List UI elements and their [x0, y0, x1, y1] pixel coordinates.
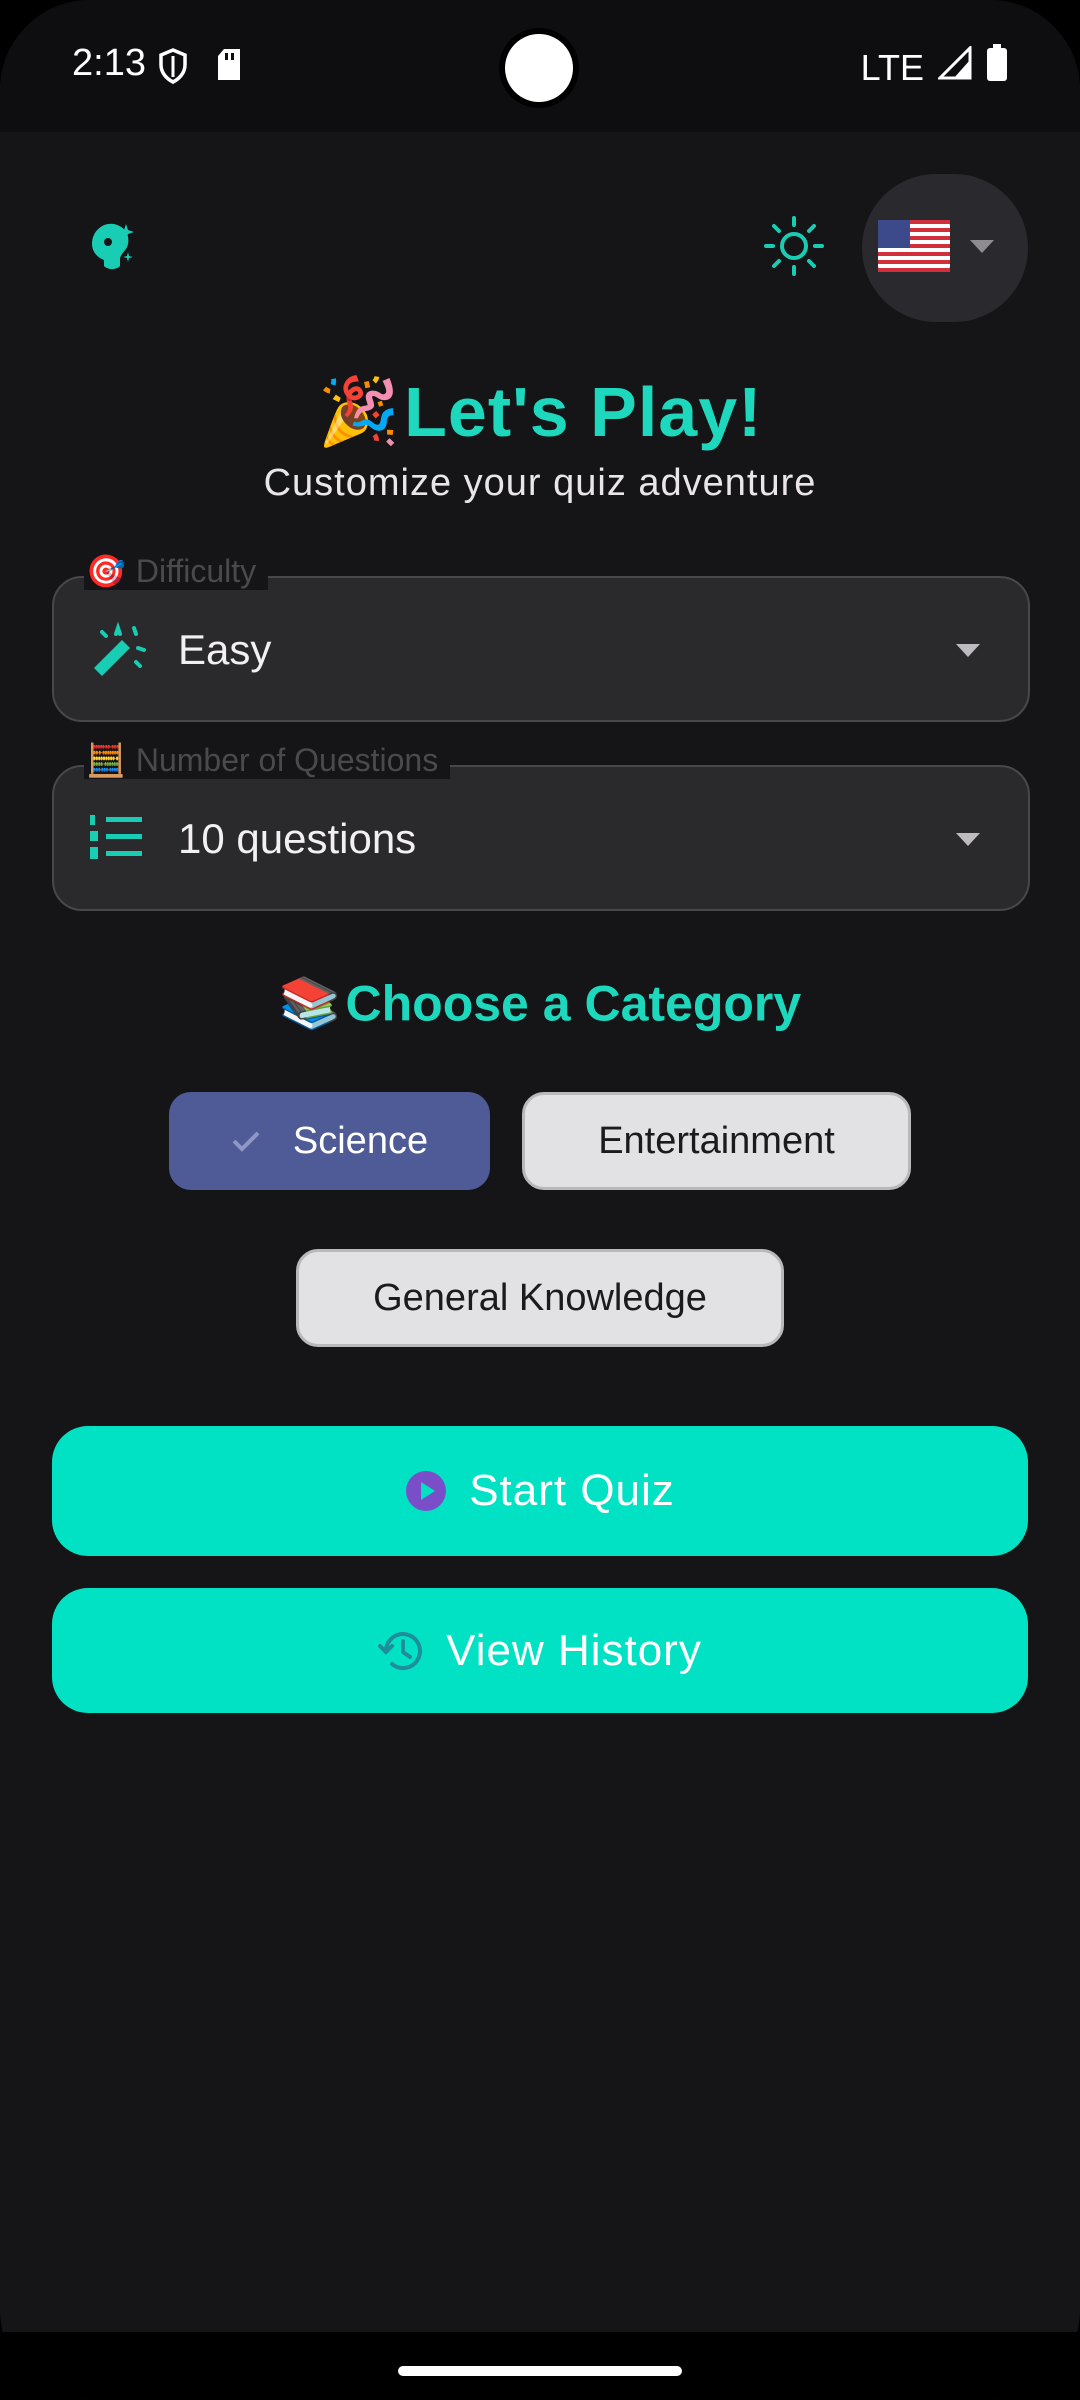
status-time: 2:13	[72, 42, 146, 84]
difficulty-value: Easy	[178, 626, 272, 673]
signal-icon	[936, 44, 972, 89]
difficulty-label-text: Difficulty	[135, 552, 257, 589]
phone-screen: 2:13 LTE 🎉 Let's Play! Customize your qu…	[0, 0, 1080, 2400]
party-popper-icon: 🎉	[317, 374, 400, 448]
brain-bulb-icon[interactable]	[82, 218, 138, 279]
chip-label: Entertainment	[598, 1119, 835, 1162]
category-chip-general-knowledge[interactable]: General Knowledge	[296, 1249, 784, 1347]
chip-label: General Knowledge	[373, 1276, 707, 1319]
question-count-label: 🧮 Number of Questions	[84, 741, 451, 779]
status-right-icons: LTE	[861, 44, 1008, 91]
page-title: Let's Play!	[404, 373, 763, 451]
page-title-row: 🎉 Let's Play!	[0, 372, 1080, 452]
home-gesture-handle[interactable]	[398, 2366, 682, 2376]
front-camera	[505, 34, 573, 102]
question-count-dropdown[interactable]: 🧮 Number of Questions 10 questions	[52, 741, 1030, 911]
chip-label: Science	[292, 1119, 429, 1162]
check-icon	[231, 1120, 261, 1163]
view-history-button[interactable]: View History	[52, 1588, 1028, 1713]
us-flag-icon	[878, 220, 950, 277]
category-chip-entertainment[interactable]: Entertainment	[522, 1092, 911, 1190]
status-left-icons	[158, 48, 242, 89]
question-count-label-text: Number of Questions	[135, 741, 439, 778]
history-icon	[378, 1630, 424, 1672]
question-count-value: 10 questions	[178, 815, 417, 862]
target-icon: 🎯	[86, 553, 126, 589]
language-selector[interactable]	[862, 174, 1028, 322]
magic-wand-icon	[88, 621, 148, 683]
battery-icon	[986, 44, 1008, 91]
page-subtitle: Customize your quiz adventure	[263, 462, 817, 504]
play-circle-icon	[405, 1470, 447, 1512]
difficulty-label: 🎯 Difficulty	[84, 552, 269, 590]
difficulty-dropdown[interactable]: 🎯 Difficulty Easy	[52, 552, 1030, 722]
category-chip-science[interactable]: Science	[169, 1092, 490, 1190]
numbered-list-icon	[88, 811, 144, 868]
start-quiz-label: Start Quiz	[469, 1466, 675, 1515]
start-quiz-button[interactable]: Start Quiz	[52, 1426, 1028, 1556]
category-heading-row: 📚 Choose a Category	[0, 974, 1080, 1033]
books-icon: 📚	[278, 975, 342, 1031]
chevron-down-icon	[970, 240, 994, 253]
sd-card-icon	[216, 48, 242, 89]
chevron-down-icon	[956, 644, 980, 657]
main-content: 🎉 Let's Play! Customize your quiz advent…	[0, 132, 1080, 2332]
view-history-label: View History	[446, 1625, 702, 1675]
abacus-icon: 🧮	[86, 742, 126, 778]
shield-icon	[158, 48, 188, 89]
navigation-bar	[0, 2332, 1080, 2400]
category-heading: Choose a Category	[345, 975, 802, 1032]
status-bar: 2:13 LTE	[0, 0, 1080, 132]
network-type: LTE	[860, 46, 924, 88]
chevron-down-icon	[956, 833, 980, 846]
sun-icon[interactable]	[762, 214, 826, 283]
